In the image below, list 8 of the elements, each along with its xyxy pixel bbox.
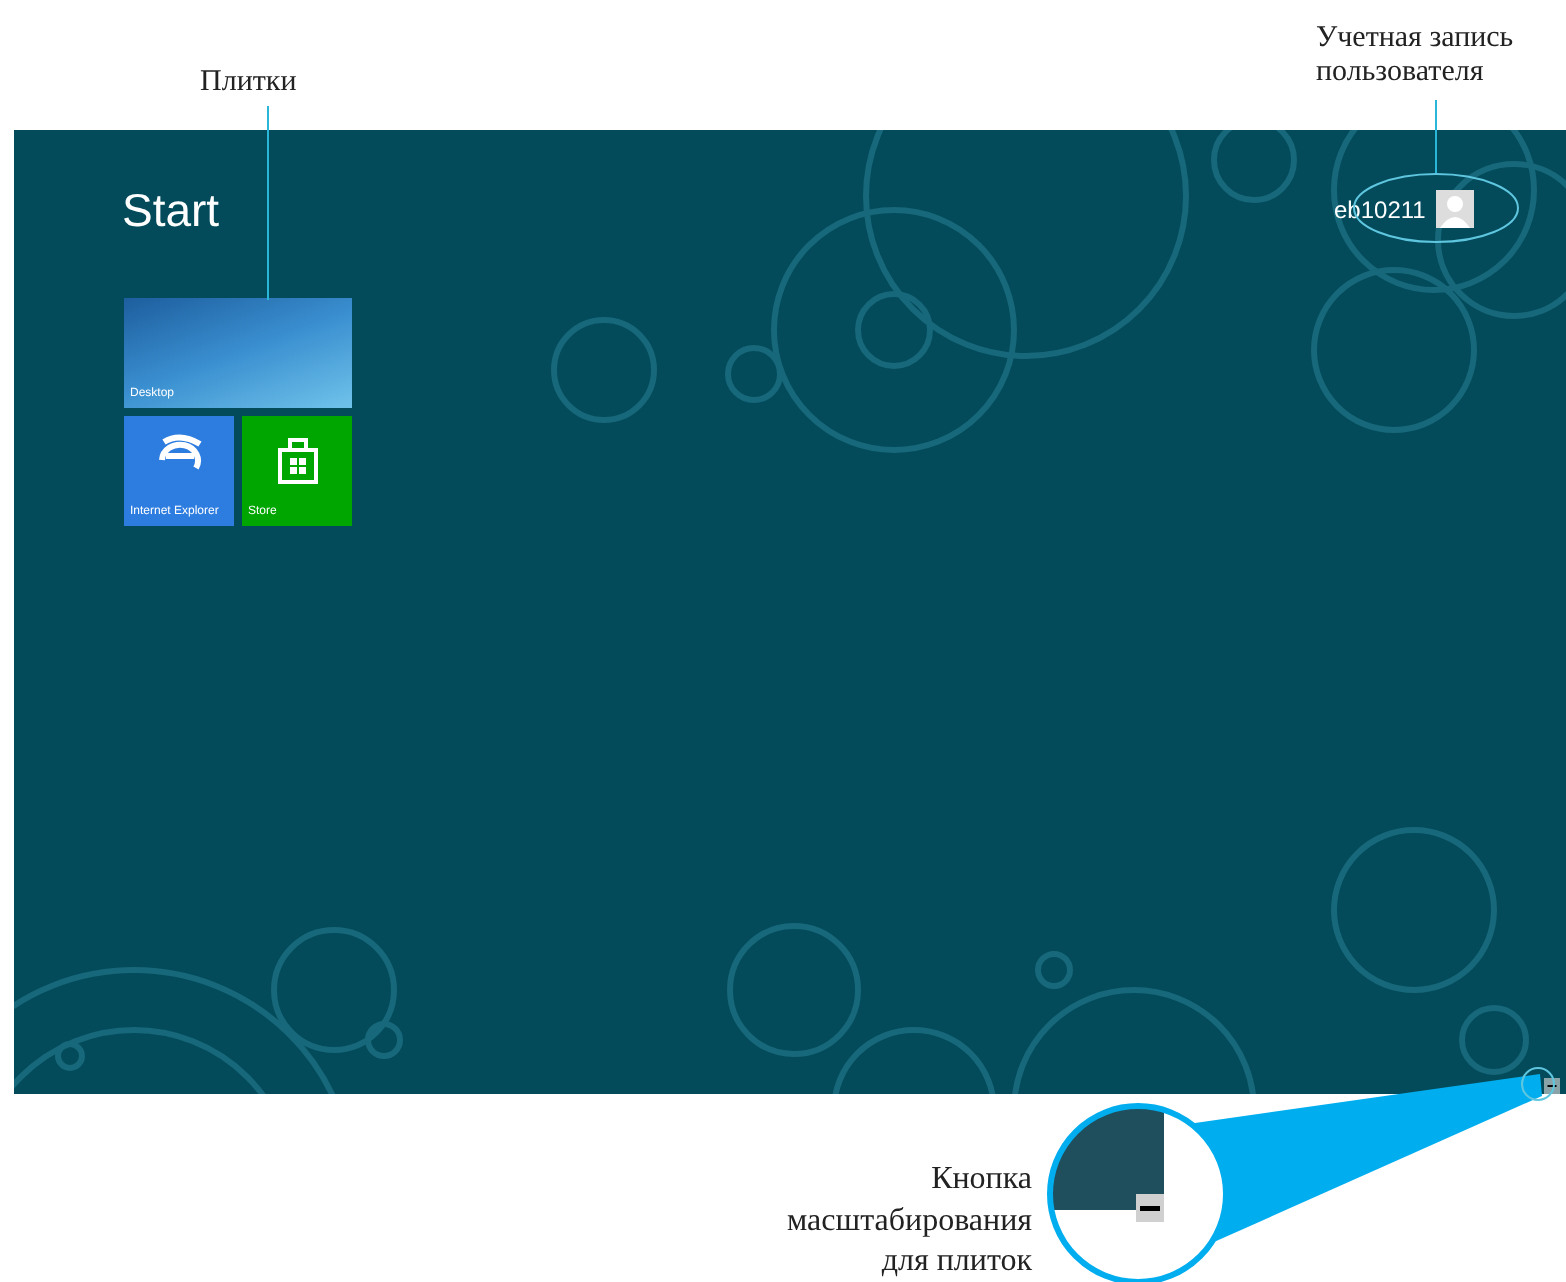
tiles-annotation: Плитки (200, 66, 297, 100)
zoom-annotation: Кнопка масштабирования для плиток (785, 1160, 1032, 1282)
shopping-bag-icon (272, 432, 324, 484)
user-name[interactable]: eb10211 (1334, 191, 1426, 227)
start-title: Start (122, 182, 220, 240)
user-avatar-icon (1435, 190, 1474, 228)
leader-line (1435, 99, 1437, 175)
account-annotation: Учетная запись пользователя (1316, 22, 1514, 90)
